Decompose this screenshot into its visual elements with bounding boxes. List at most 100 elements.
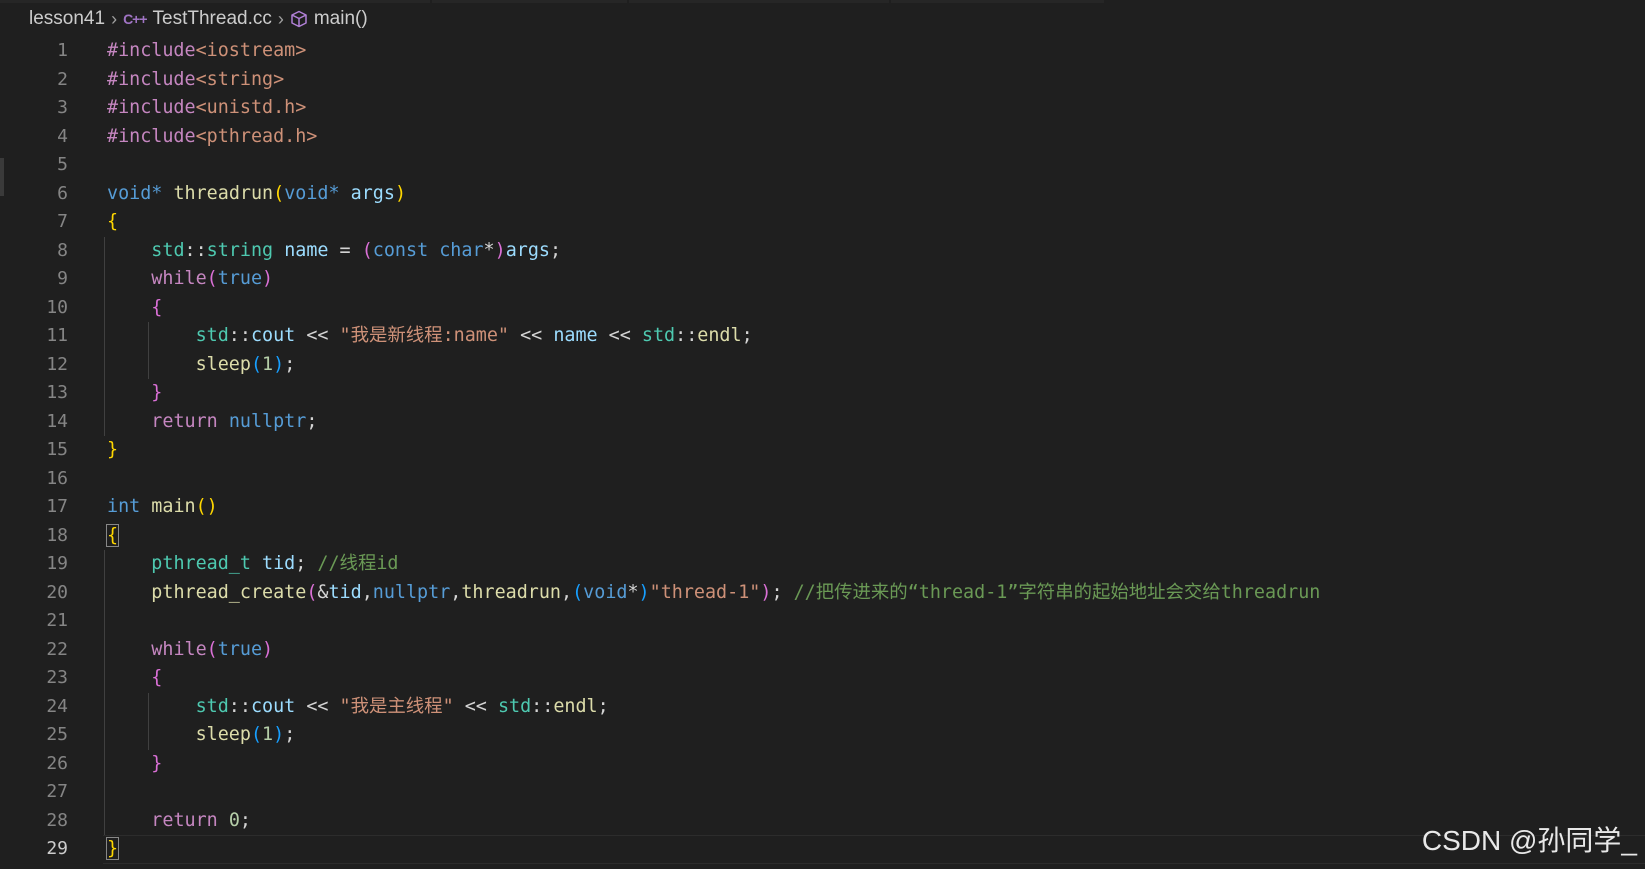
code-text: #include<unistd.h> — [107, 94, 306, 123]
breadcrumb-symbol[interactable]: main() — [290, 8, 368, 30]
code-token: #include — [107, 68, 196, 90]
code-line[interactable]: 5 — [0, 151, 1645, 180]
code-token: = — [328, 239, 362, 261]
code-token: } — [151, 752, 163, 774]
code-line[interactable]: 12 sleep(1); — [0, 351, 1645, 380]
code-line[interactable]: 22 while(true) — [0, 636, 1645, 665]
line-number: 24 — [46, 695, 68, 717]
code-token: << — [453, 695, 498, 717]
code-line[interactable]: 9 while(true) — [0, 265, 1645, 294]
code-line[interactable]: 26 } — [0, 750, 1645, 779]
code-line[interactable]: 13 } — [0, 379, 1645, 408]
code-line[interactable]: 17 int main() — [0, 493, 1645, 522]
code-editor[interactable]: 1 #include<iostream> 2 #include<string> 3 #in… — [0, 37, 1645, 869]
code-text: { — [107, 208, 118, 237]
code-line[interactable]: 28 return 0; — [0, 807, 1645, 836]
code-token: name — [553, 325, 598, 346]
line-number: 3 — [57, 97, 68, 118]
code-line[interactable]: 2 #include<string> — [0, 66, 1645, 95]
code-token: <pthread.h> — [195, 125, 318, 147]
code-token: name — [284, 239, 329, 261]
code-token: ( — [306, 581, 318, 603]
code-token: threadrun — [173, 182, 274, 204]
code-token: //把传进来的“thread-1”字符串的起始地址会交给threadrun — [793, 581, 1321, 603]
line-number: 27 — [46, 781, 68, 802]
code-token: << — [295, 325, 340, 346]
code-line[interactable]: 24 std::cout << "我是主线程" << std::endl; — [0, 693, 1645, 722]
code-text: int main() — [107, 493, 218, 522]
cpp-file-icon: C++ — [123, 11, 147, 27]
code-line[interactable]: 20 pthread_create(&tid,nullptr,threadrun… — [0, 579, 1645, 608]
code-token: "thread-1" — [649, 581, 761, 603]
code-line[interactable]: 21 — [0, 607, 1645, 636]
code-token: * — [328, 182, 340, 204]
code-line[interactable]: 27 — [0, 778, 1645, 807]
code-token: endl — [553, 695, 598, 717]
breadcrumb-file-label: TestThread.cc — [152, 8, 272, 29]
code-text: } — [107, 379, 162, 408]
code-token: pthread_t — [151, 553, 251, 574]
code-text: #include<string> — [107, 66, 284, 95]
line-number: 12 — [46, 353, 68, 375]
code-token: sleep — [195, 353, 251, 375]
code-token: std — [497, 695, 532, 717]
code-line[interactable]: 18 { — [0, 522, 1645, 551]
breadcrumb-folder[interactable]: lesson41 — [29, 8, 105, 30]
code-line[interactable]: 15} — [0, 436, 1645, 465]
code-line[interactable]: 6 void* threadrun(void* args) — [0, 180, 1645, 209]
code-token: } — [105, 837, 120, 860]
code-line[interactable]: 16 — [0, 465, 1645, 494]
code-token: ; — [549, 239, 562, 261]
code-line[interactable]: 14 return nullptr; — [0, 408, 1645, 437]
code-token: <unistd.h> — [195, 97, 307, 118]
code-line[interactable]: 11 std::cout << "我是新线程:name" << name << … — [0, 322, 1645, 351]
chevron-right-icon: › — [111, 8, 118, 29]
code-line[interactable]: 3 #include<unistd.h> — [0, 94, 1645, 123]
code-line[interactable]: 25 sleep(1); — [0, 721, 1645, 750]
code-text: while(true) — [107, 265, 273, 294]
line-number: 17 — [46, 496, 68, 517]
code-token: :: — [184, 239, 207, 261]
code-token: cout — [250, 695, 296, 717]
code-text: pthread_t tid; //线程id — [107, 550, 398, 579]
code-token: endl — [697, 325, 742, 346]
breadcrumb-file[interactable]: C++ TestThread.cc — [123, 8, 272, 30]
code-token: :: — [228, 695, 251, 717]
code-line[interactable]: 4 #include<pthread.h> — [0, 123, 1645, 152]
code-token: ( — [250, 724, 263, 745]
code-line[interactable]: 8 std::string name = (const char*)args; — [0, 237, 1645, 266]
line-number: 1 — [57, 40, 68, 61]
code-line[interactable]: 1 #include<iostream> — [0, 37, 1645, 66]
line-number: 20 — [46, 581, 68, 603]
code-token: #include — [107, 97, 196, 118]
code-token: << — [295, 695, 340, 717]
code-token: int — [107, 496, 141, 517]
code-token: //线程id — [317, 553, 399, 574]
line-number: 29 — [46, 838, 68, 859]
code-line[interactable]: 29} — [0, 835, 1645, 864]
code-line[interactable]: 23 { — [0, 664, 1645, 693]
code-text: pthread_create(&tid,nullptr,threadrun,(v… — [107, 579, 1320, 608]
cube-icon — [290, 10, 308, 28]
code-token: while — [151, 638, 207, 660]
code-line[interactable]: 10 { — [0, 294, 1645, 323]
code-token: std — [151, 239, 185, 261]
code-token: pthread_create — [151, 581, 307, 603]
code-token: ) — [394, 182, 407, 204]
code-text: std::cout << "我是新线程:name" << name << std… — [107, 322, 753, 351]
watermark: CSDN @孙同学_ — [1421, 825, 1637, 856]
code-line[interactable]: 19 pthread_t tid; //线程id — [0, 550, 1645, 579]
line-number: 28 — [46, 809, 68, 831]
code-line[interactable]: 7{ — [0, 208, 1645, 237]
code-token: ) — [638, 581, 650, 603]
code-token: :: — [675, 325, 698, 346]
code-token: ; — [284, 724, 296, 745]
code-token: , — [561, 581, 573, 603]
